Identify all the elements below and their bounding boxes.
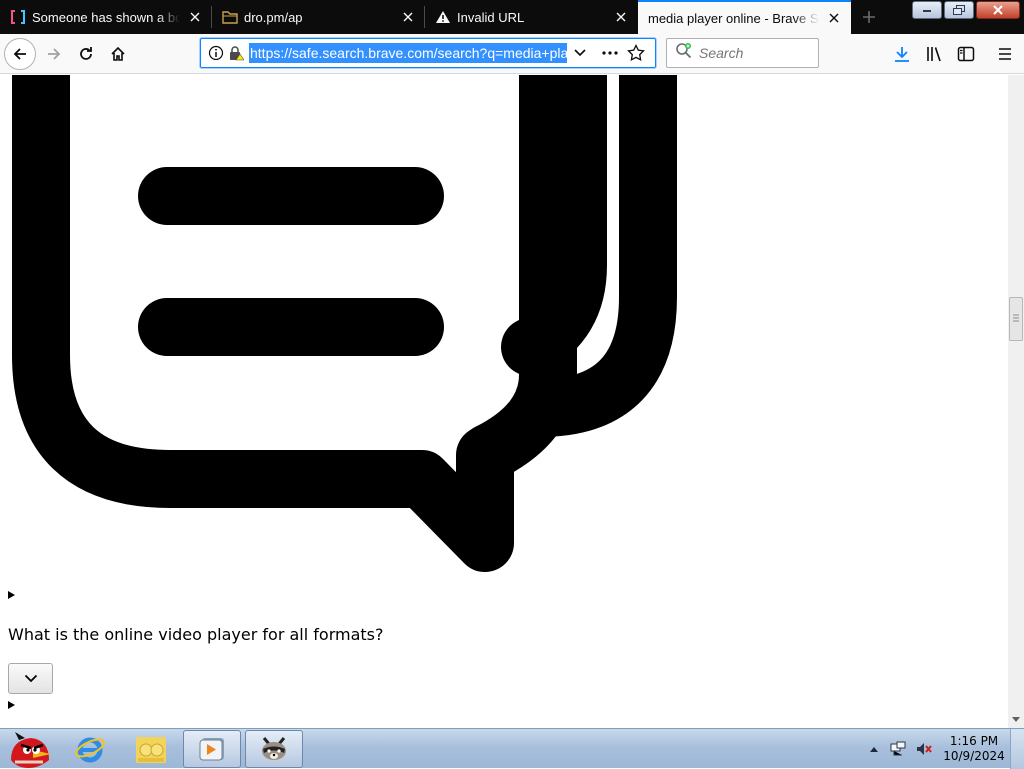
system-tray bbox=[866, 729, 936, 769]
new-tab-button[interactable] bbox=[856, 4, 882, 30]
chat-bubbles-icon bbox=[12, 75, 677, 572]
clock-time: 1:16 PM bbox=[949, 734, 999, 748]
tab-media-player-online[interactable]: media player online - Brave Search bbox=[638, 0, 851, 34]
network-icon[interactable] bbox=[886, 741, 910, 757]
bookmark-star-icon[interactable] bbox=[627, 44, 645, 62]
show-desktop-button[interactable] bbox=[1010, 729, 1024, 769]
close-window-button[interactable] bbox=[976, 1, 1020, 19]
lock-warning-icon[interactable] bbox=[227, 44, 245, 62]
tab-strip: Someone has shown a bold W dro.pm/ap Inv… bbox=[0, 0, 1024, 34]
close-icon[interactable] bbox=[184, 6, 206, 28]
restore-button[interactable] bbox=[944, 1, 974, 19]
warning-icon bbox=[435, 9, 451, 25]
tab-someone-has-shown[interactable]: Someone has shown a bold W bbox=[0, 0, 212, 34]
page-actions-icon[interactable] bbox=[601, 44, 619, 62]
tab-title: Invalid URL bbox=[457, 9, 525, 25]
navigation-toolbar: https://safe.search.brave.com/search?q=m… bbox=[0, 34, 1024, 74]
search-bar[interactable] bbox=[666, 38, 819, 68]
address-bar[interactable]: https://safe.search.brave.com/search?q=m… bbox=[200, 38, 656, 68]
close-icon[interactable] bbox=[823, 7, 845, 29]
angry-birds-icon[interactable] bbox=[0, 730, 58, 768]
tab-title: dro.pm/ap bbox=[244, 9, 303, 25]
brackets-site-icon bbox=[10, 9, 26, 25]
scroll-down-arrow-icon[interactable] bbox=[1008, 712, 1024, 728]
hamburger-menu-icon[interactable] bbox=[994, 43, 1016, 65]
chevron-down-icon bbox=[24, 674, 37, 683]
volume-muted-icon[interactable] bbox=[912, 741, 936, 757]
folder-site-icon bbox=[222, 9, 238, 25]
reload-button[interactable] bbox=[70, 38, 102, 70]
internet-explorer-icon[interactable] bbox=[61, 730, 119, 768]
url-text[interactable]: https://safe.search.brave.com/search?q=m… bbox=[249, 43, 567, 63]
home-button[interactable] bbox=[102, 38, 134, 70]
window-controls bbox=[912, 1, 1020, 19]
search-input[interactable] bbox=[699, 45, 809, 61]
minimize-button[interactable] bbox=[912, 1, 942, 19]
scrollbar-thumb[interactable] bbox=[1009, 297, 1023, 341]
disclosure-triangle-icon[interactable] bbox=[8, 591, 15, 599]
raccoon-app-icon[interactable] bbox=[245, 730, 303, 768]
faq-question[interactable]: What is the online video player for all … bbox=[8, 625, 383, 644]
clock-date: 10/9/2024 bbox=[943, 749, 1005, 763]
close-icon[interactable] bbox=[610, 6, 632, 28]
vertical-scrollbar[interactable] bbox=[1008, 75, 1024, 728]
close-icon[interactable] bbox=[397, 6, 419, 28]
windows-live-messenger-icon[interactable] bbox=[122, 730, 180, 768]
downloads-icon[interactable] bbox=[891, 43, 913, 65]
chevron-down-icon[interactable] bbox=[571, 44, 589, 62]
taskbar: 1:16 PM 10/9/2024 bbox=[0, 728, 1024, 769]
tab-title: Someone has shown a bold W bbox=[32, 9, 180, 25]
tab-dro-pm[interactable]: dro.pm/ap bbox=[212, 0, 425, 34]
clock[interactable]: 1:16 PM 10/9/2024 bbox=[938, 734, 1010, 764]
tab-title: media player online - Brave Search bbox=[648, 10, 819, 26]
tab-invalid-url[interactable]: Invalid URL bbox=[425, 0, 638, 34]
library-icon[interactable] bbox=[923, 43, 945, 65]
forward-button[interactable] bbox=[38, 38, 70, 70]
expand-answer-button[interactable] bbox=[8, 663, 53, 694]
sidebar-toggle-icon[interactable] bbox=[955, 43, 977, 65]
show-hidden-icons-icon[interactable] bbox=[866, 746, 882, 752]
back-button[interactable] bbox=[4, 38, 36, 70]
disclosure-triangle-icon[interactable] bbox=[8, 701, 15, 709]
media-player-icon[interactable] bbox=[183, 730, 241, 768]
search-engine-icon[interactable] bbox=[675, 42, 693, 65]
page-content: What is the online video player for all … bbox=[0, 75, 1008, 728]
info-icon[interactable] bbox=[207, 44, 225, 62]
